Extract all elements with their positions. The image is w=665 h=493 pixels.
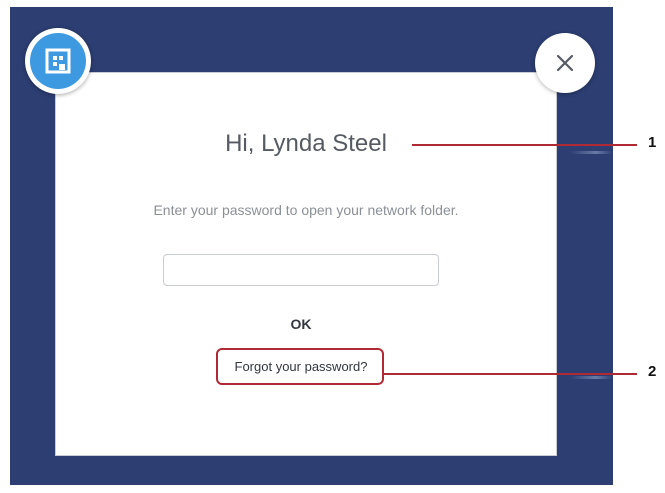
instruction-text: Enter your password to open your network… xyxy=(153,202,459,218)
app-logo-icon xyxy=(30,33,86,89)
callout-2-line xyxy=(384,373,637,375)
password-input[interactable] xyxy=(163,254,439,286)
callout-1-number: 1 xyxy=(648,134,657,151)
close-icon xyxy=(556,54,574,72)
callout-2-box xyxy=(216,348,384,385)
app-badge xyxy=(25,28,91,94)
close-button[interactable] xyxy=(535,33,595,93)
backdrop-highlight xyxy=(570,376,613,379)
ok-button[interactable]: OK xyxy=(272,313,330,335)
callout-2-number: 2 xyxy=(648,363,657,380)
callout-1-line xyxy=(412,144,637,146)
backdrop-highlight xyxy=(570,151,613,154)
